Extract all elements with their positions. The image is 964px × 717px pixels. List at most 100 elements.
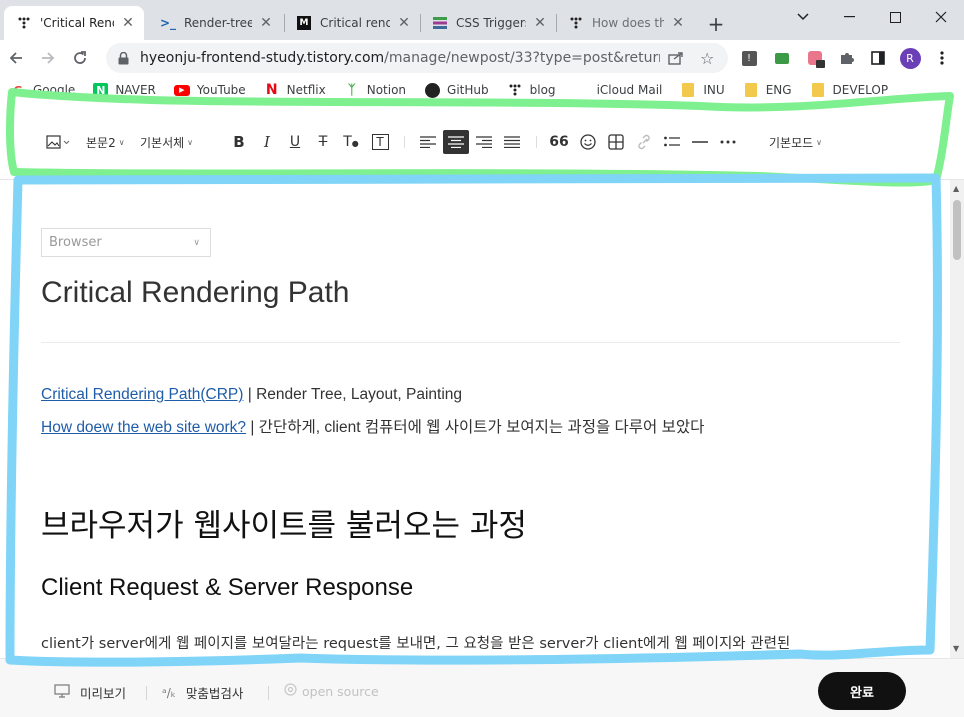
tab-critical-render-medium[interactable]: M Critical render ✕ <box>284 6 420 40</box>
maximize-button[interactable] <box>872 2 918 32</box>
quote-button[interactable]: 66 <box>546 130 572 154</box>
horizontal-line-button[interactable] <box>687 130 713 154</box>
text-color-icon: T● <box>343 134 359 150</box>
quote-icon: 66 <box>549 134 569 150</box>
lock-icon[interactable] <box>118 51 132 65</box>
preview-button[interactable]: 미리보기 <box>54 683 126 702</box>
align-justify-button[interactable] <box>499 130 525 154</box>
forward-button[interactable] <box>36 46 60 70</box>
bookmark-label: NAVER <box>115 83 156 97</box>
extension-icon[interactable] <box>806 49 825 68</box>
table-icon <box>608 134 624 150</box>
tab-render-tree[interactable]: >_ Render-tree C ✕ <box>148 6 282 40</box>
paragraph-style-label: 본문2 <box>86 135 116 150</box>
bold-button[interactable]: B <box>226 130 252 154</box>
close-window-button[interactable] <box>918 2 964 32</box>
open-source-icon <box>284 683 297 700</box>
bookmark-blog[interactable]: blog <box>507 82 556 98</box>
font-dropdown[interactable]: 기본서체 ∨ <box>140 130 193 154</box>
text-color-button[interactable]: T● <box>338 130 364 154</box>
post-title-input[interactable]: Critical Rendering Path <box>41 276 349 310</box>
paragraph-link-crp[interactable]: Critical Rendering Path(CRP) | Render Tr… <box>41 386 462 404</box>
bookmark-icloud-mail[interactable]: iCloud Mail <box>574 82 663 98</box>
heading-2[interactable]: Client Request & Server Response <box>41 574 413 602</box>
paragraph-style-dropdown[interactable]: 본문2 ∨ <box>86 130 125 154</box>
editor-scrollbar[interactable]: ▲ ▼ <box>950 180 964 658</box>
editor-mode-label: 기본모드 <box>769 135 814 150</box>
editor-footer: 미리보기 ᵃ/ₖ 맞춤법검사 open source 완료 <box>0 658 964 717</box>
minimize-button[interactable] <box>826 2 872 32</box>
bookmark-youtube[interactable]: ▶ YouTube <box>173 82 246 98</box>
bookmark-netflix[interactable]: N Netflix <box>264 82 326 98</box>
bookmark-notion[interactable]: ᛉ Notion <box>344 82 406 98</box>
underline-icon: U <box>289 134 301 150</box>
bookmark-star-icon[interactable]: ☆ <box>700 49 714 68</box>
scrollbar-thumb[interactable] <box>953 200 961 260</box>
bookmark-naver[interactable]: N NAVER <box>93 82 156 98</box>
bookmark-label: iCloud Mail <box>596 83 663 97</box>
emoticon-button[interactable] <box>575 130 601 154</box>
link-button[interactable] <box>631 130 657 154</box>
extension-icon[interactable] <box>773 49 791 67</box>
close-icon[interactable]: ✕ <box>532 15 548 31</box>
tab-css-triggers[interactable]: CSS Triggers ✕ <box>420 6 556 40</box>
bookmark-github[interactable]: GitHub <box>424 82 489 98</box>
new-tab-button[interactable]: + <box>706 12 726 36</box>
body-paragraph[interactable]: client가 server에게 웹 페이지를 보여달라는 request를 보… <box>41 632 790 653</box>
tab-strip: 'Critical Rende ✕ >_ Render-tree C ✕ M C… <box>0 0 964 40</box>
bookmark-google[interactable]: G Google <box>10 82 75 98</box>
tab-title: CSS Triggers <box>456 16 526 30</box>
close-icon[interactable]: ✕ <box>120 15 136 31</box>
side-panel-icon[interactable] <box>869 49 887 67</box>
strikethrough-icon: T <box>318 134 328 150</box>
web-site-link[interactable]: How doew the web site work? <box>41 419 246 436</box>
crp-link[interactable]: Critical Rendering Path(CRP) <box>41 386 243 403</box>
tab-critical-rendering[interactable]: 'Critical Rende ✕ <box>4 6 144 40</box>
close-icon[interactable]: ✕ <box>258 15 274 31</box>
bookmark-folder-eng[interactable]: ENG <box>743 82 792 98</box>
more-options-button[interactable] <box>715 130 741 154</box>
bookmark-folder-inu[interactable]: INU <box>680 82 725 98</box>
open-source-link[interactable]: open source <box>284 683 379 700</box>
extension-icon[interactable]: ! <box>740 49 758 67</box>
back-button[interactable] <box>4 46 28 70</box>
puzzle-icon[interactable] <box>838 49 856 67</box>
folder-icon <box>810 82 826 98</box>
editor-content[interactable]: Browser ∨ Critical Rendering Path Critic… <box>0 180 950 658</box>
chevron-down-icon: ∨ <box>187 137 194 147</box>
underline-button[interactable]: U <box>282 130 308 154</box>
tistory-icon <box>568 15 584 31</box>
table-button[interactable] <box>603 130 629 154</box>
align-left-button[interactable] <box>415 130 441 154</box>
text-background-button[interactable]: T <box>367 130 393 154</box>
bookmark-folder-develop[interactable]: DEVELOP <box>810 82 888 98</box>
align-center-button[interactable] <box>443 130 469 154</box>
close-icon[interactable]: ✕ <box>670 15 686 31</box>
url-text[interactable]: hyeonju-frontend-study.tistory.com/manag… <box>140 50 660 66</box>
bullet-list-button[interactable] <box>659 130 685 154</box>
align-right-button[interactable] <box>471 130 497 154</box>
tab-how-does-web-work[interactable]: How does the ✕ <box>556 6 694 40</box>
heading-1[interactable]: 브라우저가 웹사이트를 불러오는 과정 <box>41 500 527 545</box>
reload-button[interactable] <box>68 46 92 70</box>
avatar[interactable]: R <box>899 47 921 69</box>
google-icon: G <box>13 83 23 97</box>
publish-button[interactable]: 완료 <box>818 672 906 710</box>
address-bar[interactable]: hyeonju-frontend-study.tistory.com/manag… <box>106 43 728 73</box>
kebab-menu-icon[interactable] <box>933 49 951 67</box>
share-icon[interactable] <box>668 51 684 68</box>
insert-image-button[interactable] <box>44 130 72 154</box>
scroll-down-icon[interactable]: ▼ <box>953 644 959 653</box>
close-icon[interactable]: ✕ <box>396 15 412 31</box>
strikethrough-button[interactable]: T <box>310 130 336 154</box>
italic-button[interactable]: I <box>254 130 280 154</box>
scroll-up-icon[interactable]: ▲ <box>953 184 959 193</box>
apple-icon <box>574 82 590 98</box>
paragraph-link-web[interactable]: How doew the web site work? | 간단하게, clie… <box>41 415 704 437</box>
tab-search-icon[interactable] <box>780 2 826 32</box>
open-source-label: open source <box>302 684 379 699</box>
netflix-icon: N <box>265 82 278 98</box>
editor-mode-dropdown[interactable]: 기본모드 ∨ <box>769 130 822 154</box>
category-select[interactable]: Browser ∨ <box>41 228 211 257</box>
spellcheck-button[interactable]: ᵃ/ₖ 맞춤법검사 <box>162 683 243 702</box>
